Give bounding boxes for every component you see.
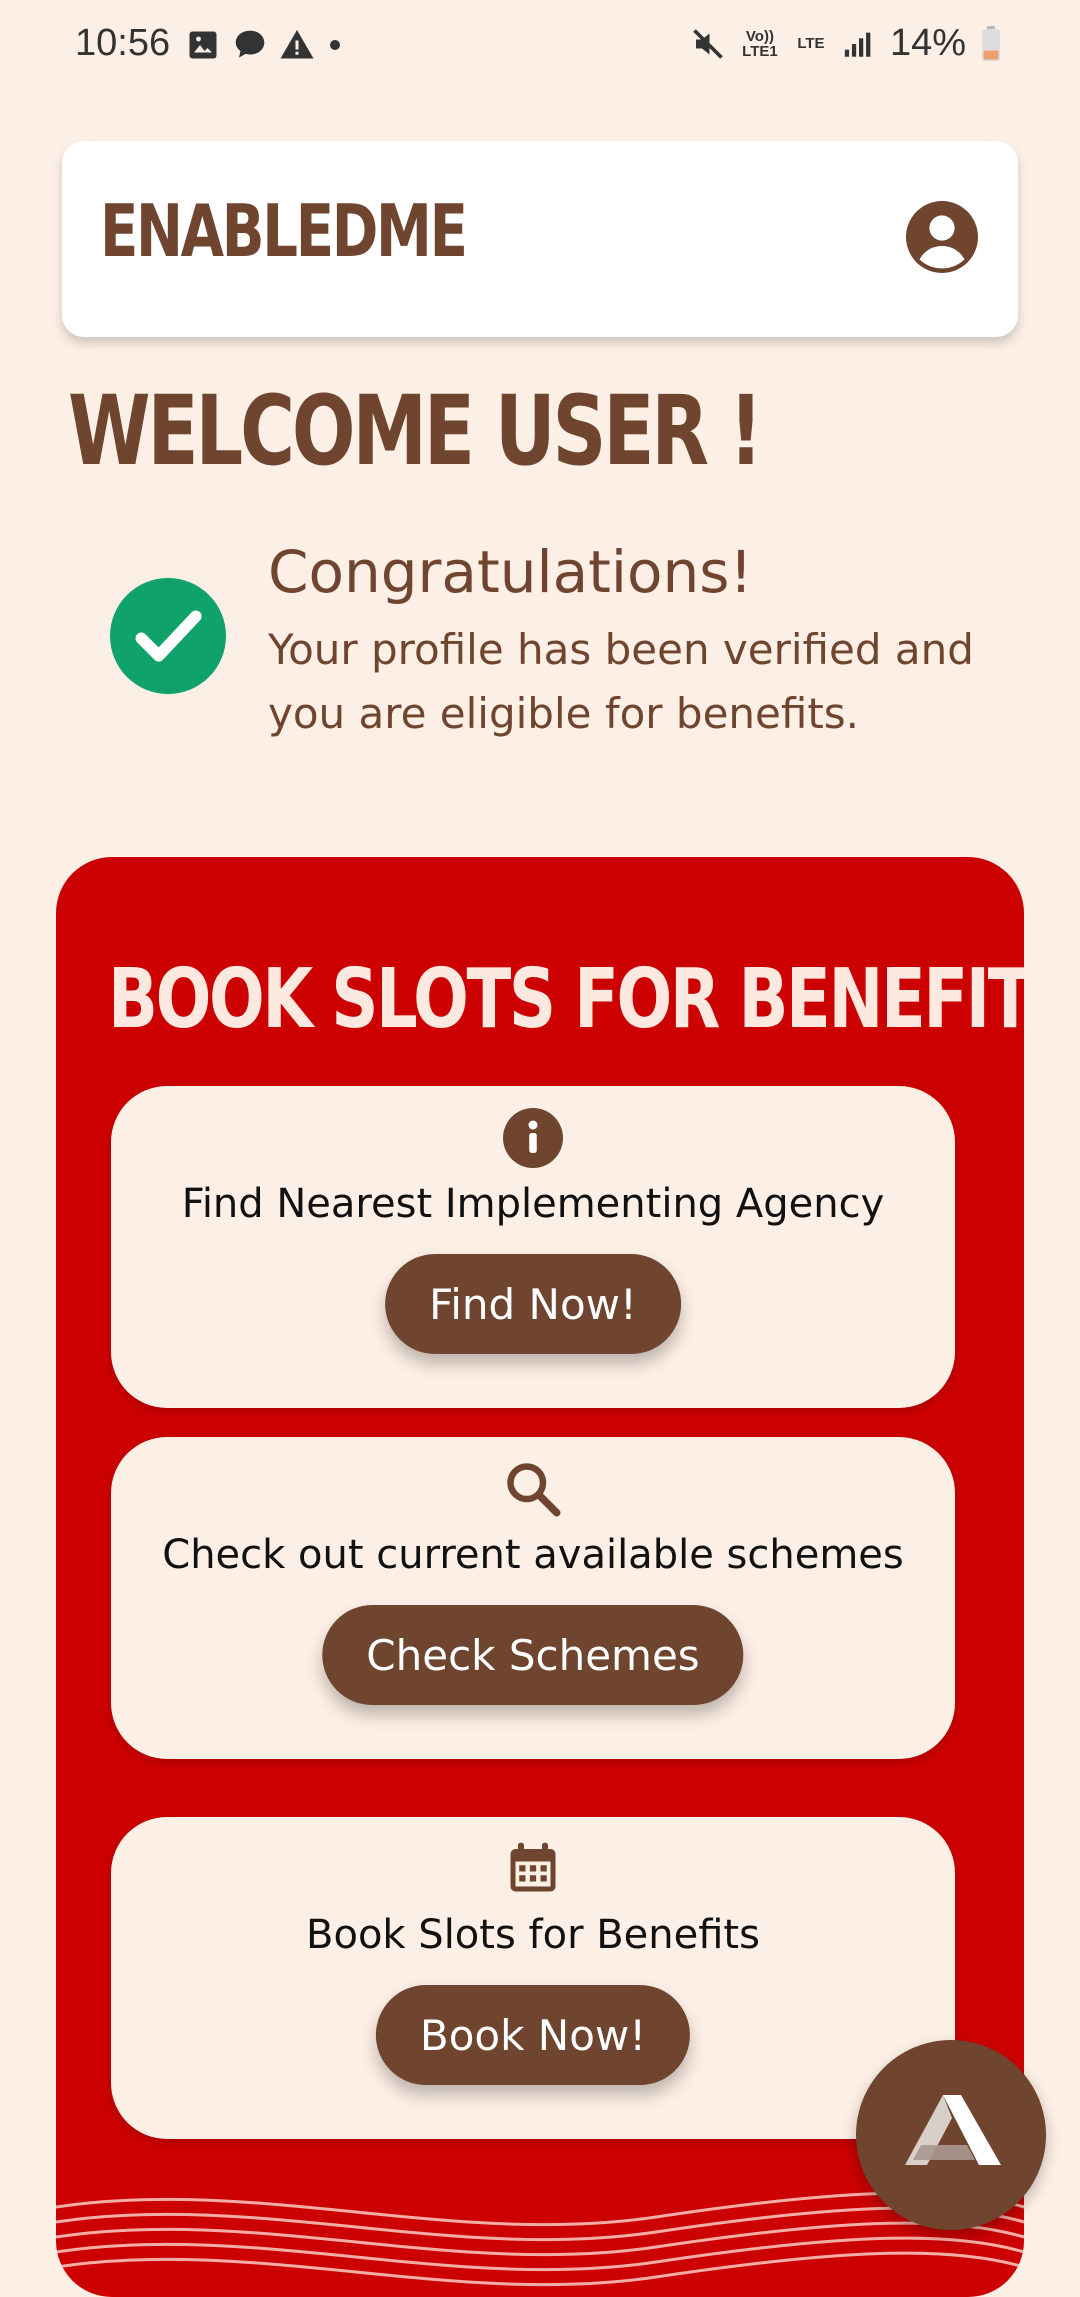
notification-icons <box>185 26 345 64</box>
battery-icon <box>982 25 1000 61</box>
app-logo-icon <box>905 2095 1001 2165</box>
book-slots-card: Book Slots for Benefits Book Now! <box>111 1817 955 2139</box>
check-schemes-button[interactable]: Check Schemes <box>322 1605 744 1705</box>
congrats-title: Congratulations! <box>268 538 753 606</box>
assistant-fab[interactable] <box>856 2040 1046 2230</box>
schemes-card-text: Check out current available schemes <box>162 1532 904 1578</box>
gallery-icon <box>189 31 217 59</box>
app-header: ENABLEDME <box>62 141 1018 337</box>
volte-label: Vo)) LTE1 <box>742 27 778 60</box>
verification-message: Your profile has been verified and you a… <box>268 625 974 738</box>
agency-card: Find Nearest Implementing Agency Find No… <box>111 1086 955 1408</box>
book-slots-card-text: Book Slots for Benefits <box>306 1912 760 1958</box>
status-time: 10:56 <box>75 22 171 64</box>
welcome-title: WELCOME USER ! <box>68 375 763 487</box>
profile-icon[interactable] <box>906 201 978 273</box>
benefits-title: BOOK SLOTS FOR BENEFITS! <box>108 952 1024 1047</box>
dot-icon <box>330 40 340 50</box>
schemes-card: Check out current available schemes Chec… <box>111 1437 955 1759</box>
book-now-button[interactable]: Book Now! <box>375 1985 691 2085</box>
status-bar: 10:56 Vo)) LTE1 LTE 14% <box>0 0 1080 92</box>
agency-card-text: Find Nearest Implementing Agency <box>181 1181 885 1227</box>
mute-icon <box>693 28 723 59</box>
battery-percent: 14% <box>889 22 966 64</box>
info-icon <box>503 1108 563 1168</box>
calendar-icon <box>510 1842 556 1892</box>
search-icon <box>507 1463 561 1517</box>
lte-label: LTE <box>797 35 825 52</box>
find-now-button[interactable]: Find Now! <box>385 1254 681 1354</box>
status-right: Vo)) LTE1 LTE 14% <box>690 22 1002 65</box>
verified-check-icon <box>110 578 226 694</box>
warning-icon <box>280 30 314 59</box>
app-logo[interactable]: ENABLEDME <box>100 189 468 273</box>
signal-icon <box>844 32 871 57</box>
chat-icon <box>235 30 265 58</box>
